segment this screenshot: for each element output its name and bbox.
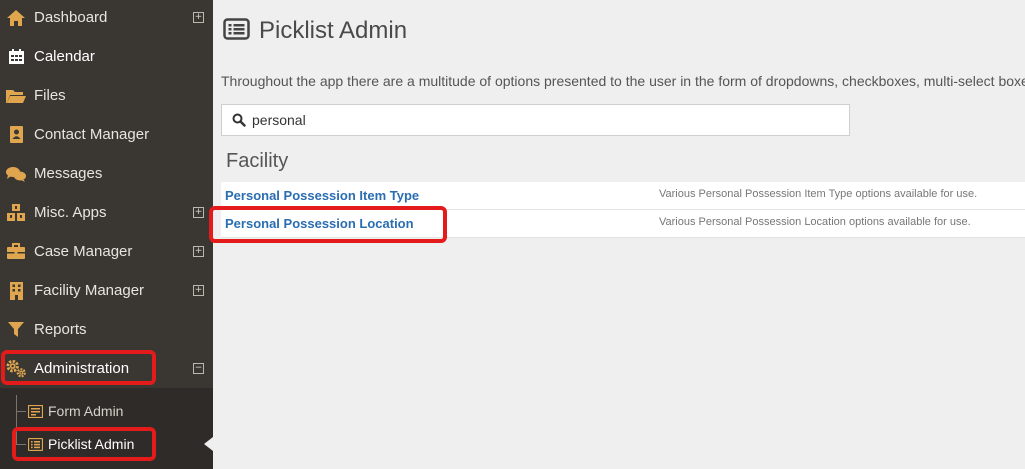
form-icon	[27, 404, 44, 418]
sidebar-item-contact-manager[interactable]: Contact Manager	[0, 115, 213, 154]
sidebar-item-label: Misc. Apps	[34, 204, 107, 221]
sidebar-item-label: Administration	[34, 360, 130, 377]
sidebar-item-label: Files	[34, 87, 66, 104]
chat-icon	[5, 163, 27, 185]
calendar-icon	[5, 46, 27, 68]
active-page-indicator	[204, 437, 213, 451]
sidebar-item-dashboard[interactable]: Dashboard +	[0, 0, 213, 37]
picklist-link[interactable]: Personal Possession Item Type	[225, 188, 419, 203]
expand-icon[interactable]: +	[193, 207, 204, 218]
picklist-description: Various Personal Possession Item Type op…	[659, 188, 978, 200]
sidebar-item-messages[interactable]: Messages	[0, 154, 213, 193]
page-description: Throughout the app there are a multitude…	[221, 73, 1025, 89]
list-icon	[223, 17, 250, 45]
cubes-icon	[5, 202, 27, 224]
sidebar-item-administration[interactable]: Administration −	[0, 349, 213, 388]
sidebar-item-label: Dashboard	[34, 9, 108, 26]
sidebar-item-label: Case Manager	[34, 243, 133, 260]
expand-icon[interactable]: +	[193, 285, 204, 296]
sidebar-subitem-label: Form Admin	[48, 403, 124, 419]
search-icon	[232, 113, 246, 132]
sidebar-item-label: Facility Manager	[34, 282, 145, 299]
sidebar-item-files[interactable]: Files	[0, 76, 213, 115]
sidebar-item-label: Contact Manager	[34, 126, 150, 143]
sidebar-subitem-form-admin[interactable]: Form Admin	[0, 396, 213, 426]
sidebar-item-misc-apps[interactable]: Misc. Apps +	[0, 193, 213, 232]
sidebar-item-label: Messages	[34, 165, 103, 182]
page-header: Picklist Admin	[223, 17, 407, 45]
home-icon	[5, 7, 27, 29]
table-row: Personal Possession Item Type Various Pe…	[221, 182, 1025, 210]
expand-icon[interactable]: +	[193, 246, 204, 257]
sidebar-item-case-manager[interactable]: Case Manager +	[0, 232, 213, 271]
folder-icon	[5, 85, 27, 107]
filter-icon	[5, 319, 27, 341]
sidebar-item-facility-manager[interactable]: Facility Manager +	[0, 271, 213, 310]
gears-icon	[5, 358, 27, 380]
expand-icon[interactable]: +	[193, 12, 204, 23]
briefcase-icon	[5, 241, 27, 263]
table-row: Personal Possession Location Various Per…	[221, 210, 1025, 238]
search-box	[221, 104, 850, 136]
section-title: Facility	[226, 150, 289, 172]
search-input[interactable]	[252, 110, 832, 130]
picklist-description: Various Personal Possession Location opt…	[659, 216, 971, 228]
sidebar-item-calendar[interactable]: Calendar	[0, 37, 213, 76]
collapse-icon[interactable]: −	[193, 363, 204, 374]
sidebar-item-label: Reports	[34, 321, 87, 338]
page-title: Picklist Admin	[259, 17, 408, 44]
sidebar-item-label: Calendar	[34, 48, 95, 65]
sidebar: Dashboard + Calendar Files Contact Manag…	[0, 0, 213, 469]
sidebar-subitem-label: Picklist Admin	[48, 436, 135, 452]
building-icon	[5, 280, 27, 302]
picklist-link[interactable]: Personal Possession Location	[225, 216, 414, 231]
sidebar-item-reports[interactable]: Reports	[0, 310, 213, 349]
sidebar-subitem-picklist-admin[interactable]: Picklist Admin	[0, 429, 213, 459]
contact-card-icon	[5, 124, 27, 146]
list-icon	[27, 437, 44, 451]
